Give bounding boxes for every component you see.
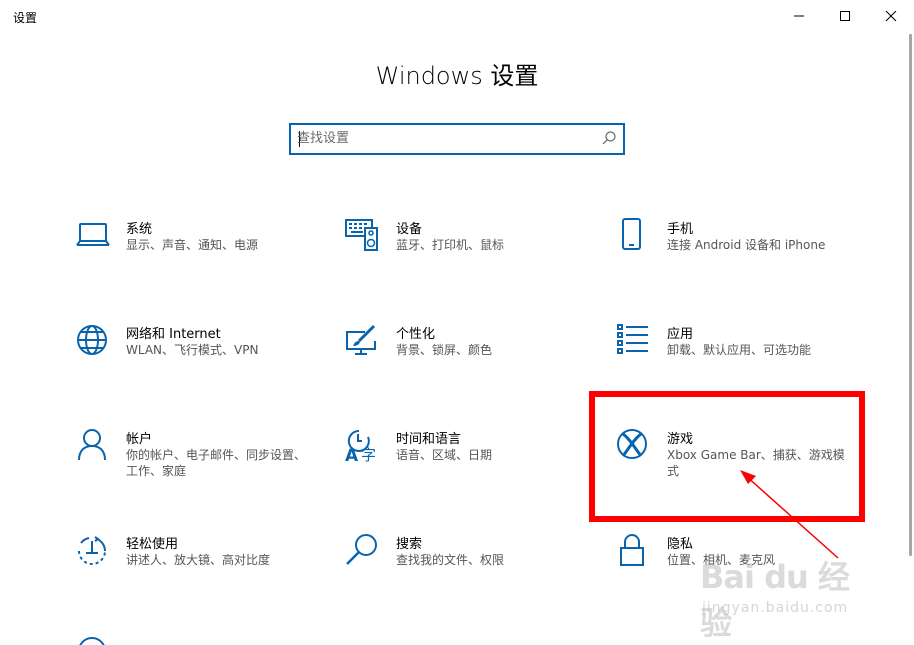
tile-desc: 查找我的文件、权限	[396, 553, 505, 567]
tile-personalization[interactable]: 个性化 背景、锁屏、颜色	[345, 323, 585, 395]
person-icon	[75, 428, 111, 464]
tile-system[interactable]: 系统 显示、声音、通知、电源	[75, 218, 315, 290]
tile-desc: 蓝牙、打印机、鼠标	[396, 238, 505, 252]
tile-name: 应用	[667, 327, 694, 342]
tile-time-language[interactable]: A 字 时间和语言 语音、区域、日期	[345, 428, 585, 500]
svg-text:A: A	[345, 446, 359, 464]
tile-desc: 显示、声音、通知、电源	[126, 238, 259, 252]
title-bar: 设置	[0, 0, 914, 32]
tile-apps[interactable]: 应用 卸载、默认应用、可选功能	[616, 323, 856, 395]
tile-name: 隐私	[667, 537, 694, 552]
tile-desc: 讲述人、放大镜、高对比度	[126, 553, 271, 567]
tile-name: 搜索	[396, 537, 423, 552]
search-box[interactable]	[289, 123, 625, 155]
tile-desc: 语音、区域、日期	[396, 448, 493, 462]
search-icon[interactable]	[601, 130, 617, 146]
laptop-icon	[75, 218, 111, 254]
tile-name: 系统	[126, 222, 153, 237]
tile-phone[interactable]: 手机 连接 Android 设备和 iPhone	[616, 218, 856, 290]
maximize-icon	[840, 11, 850, 21]
tile-name: 个性化	[396, 327, 436, 342]
tile-name: 轻松使用	[126, 537, 179, 552]
scrollbar[interactable]	[909, 34, 912, 556]
tile-name: 时间和语言	[396, 432, 462, 447]
maximize-button[interactable]	[822, 0, 868, 32]
lock-icon	[616, 533, 652, 569]
tile-devices[interactable]: 设备 蓝牙、打印机、鼠标	[345, 218, 585, 290]
close-button[interactable]	[868, 0, 914, 32]
search-input[interactable]	[297, 128, 587, 148]
tile-desc: 位置、相机、麦克风	[667, 553, 776, 567]
tile-accounts[interactable]: 帐户 你的帐户、电子邮件、同步设置、工作、家庭	[75, 428, 315, 500]
tile-search[interactable]: 搜索 查找我的文件、权限	[345, 533, 585, 605]
page-title: Windows 设置	[375, 62, 539, 90]
magnifier-icon	[345, 533, 381, 569]
tile-privacy[interactable]: 隐私 位置、相机、麦克风	[616, 533, 856, 605]
highlight-box	[589, 391, 865, 522]
time-language-icon: A 字	[345, 428, 381, 464]
update-icon	[75, 636, 111, 645]
minimize-icon	[794, 15, 804, 17]
paint-monitor-icon	[345, 323, 381, 359]
tile-network[interactable]: 网络和 Internet WLAN、飞行模式、VPN	[75, 323, 315, 395]
tile-desc: WLAN、飞行模式、VPN	[126, 343, 259, 357]
globe-icon	[75, 323, 111, 359]
close-icon	[885, 10, 897, 22]
tile-next-row-partial[interactable]	[75, 636, 315, 645]
tile-desc: 你的帐户、电子邮件、同步设置、工作、家庭	[126, 448, 307, 478]
tile-desc: 卸载、默认应用、可选功能	[667, 343, 812, 357]
keyboard-speaker-icon	[345, 218, 381, 254]
apps-list-icon	[616, 323, 652, 359]
tile-ease-of-access[interactable]: 轻松使用 讲述人、放大镜、高对比度	[75, 533, 315, 605]
tile-name: 手机	[667, 222, 694, 237]
tile-desc: 连接 Android 设备和 iPhone	[667, 238, 826, 252]
phone-icon	[616, 218, 652, 254]
tile-name: 帐户	[126, 432, 153, 447]
window-title: 设置	[13, 11, 38, 25]
tile-name: 网络和 Internet	[126, 327, 221, 342]
ease-of-access-icon	[75, 533, 111, 569]
minimize-button[interactable]	[776, 0, 822, 32]
tile-desc: 背景、锁屏、颜色	[396, 343, 493, 357]
tile-name: 设备	[396, 222, 423, 237]
svg-text:字: 字	[361, 446, 376, 464]
